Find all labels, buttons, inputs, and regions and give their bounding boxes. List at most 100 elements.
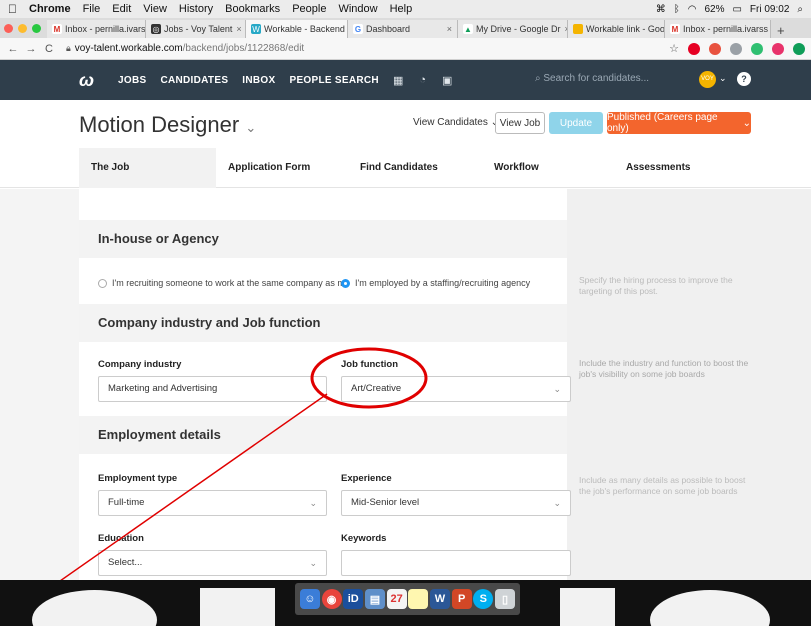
keywords-input[interactable]: [341, 550, 571, 576]
menu-bookmarks[interactable]: Bookmarks: [225, 3, 280, 15]
menu-people[interactable]: People: [292, 3, 326, 15]
word-icon[interactable]: W: [429, 589, 450, 609]
bankid-icon[interactable]: iD: [343, 589, 364, 609]
battery-icon[interactable]: ▭: [732, 4, 741, 15]
hint-employment: Include as many details as possible to b…: [579, 475, 746, 496]
browser-tab[interactable]: M Inbox - pernilla.ivarss ×: [665, 20, 771, 38]
window-controls: [4, 18, 41, 38]
calendar-app-icon[interactable]: 27: [386, 589, 407, 609]
bookmark-star-icon[interactable]: ☆: [669, 42, 679, 55]
browser-tab[interactable]: Workable link - Goog ×: [568, 20, 665, 38]
calendar-icon[interactable]: ▦: [393, 74, 403, 87]
close-tab-icon[interactable]: ×: [561, 24, 567, 34]
reports-icon[interactable]: ▣: [442, 74, 452, 87]
hints-panel: [567, 189, 811, 580]
browser-tab-label: Dashboard: [366, 24, 411, 34]
menu-file[interactable]: File: [83, 3, 101, 15]
chevron-down-icon[interactable]: ⌄: [719, 73, 727, 84]
trash-icon[interactable]: ▯: [495, 589, 516, 609]
job-header: Motion Designer ⌄ View Candidates ⌄ View…: [0, 100, 811, 148]
wallpaper-shape: [200, 588, 275, 626]
extension-icon[interactable]: [751, 42, 763, 55]
browser-tab[interactable]: G Dashboard ×: [348, 20, 458, 38]
bluetooth-icon[interactable]: ᛒ: [674, 4, 680, 15]
powerpoint-icon[interactable]: P: [451, 589, 472, 609]
close-window-icon[interactable]: [4, 23, 13, 33]
reload-icon[interactable]: C: [42, 43, 56, 55]
apple-icon[interactable]: : [8, 2, 17, 16]
label-keywords: Keywords: [341, 533, 387, 544]
employment-type-select[interactable]: Full-time ⌄: [98, 490, 327, 516]
skype-icon[interactable]: S: [473, 589, 494, 609]
avatar[interactable]: VOY: [699, 71, 716, 88]
menu-view[interactable]: View: [143, 3, 167, 15]
tab-application-form[interactable]: Application Form: [228, 148, 310, 188]
experience-select[interactable]: Mid-Senior level ⌄: [341, 490, 571, 516]
new-tab-icon[interactable]: +: [771, 23, 791, 38]
profile-icon[interactable]: [772, 42, 784, 55]
view-job-button[interactable]: View Job: [495, 112, 545, 134]
chevron-down-icon: ⌄: [742, 117, 751, 129]
help-icon[interactable]: ?: [737, 72, 751, 86]
dock: ☺ ◉ iD ▤ 27 W P S ▯: [295, 583, 520, 615]
browser-tab-active[interactable]: W Workable - Backend ×: [246, 20, 348, 38]
company-industry-input[interactable]: Marketing and Advertising: [98, 376, 327, 402]
chrome-icon[interactable]: ◉: [321, 589, 342, 609]
nav-people-search[interactable]: PEOPLE SEARCH: [289, 75, 378, 86]
browser-tab[interactable]: ▲ My Drive - Google Dr ×: [458, 20, 568, 38]
url-field[interactable]: 🔒︎ voy-talent.workable.com/backend/jobs/…: [66, 43, 304, 54]
close-tab-icon[interactable]: ×: [232, 24, 241, 34]
menu-app[interactable]: Chrome: [29, 3, 71, 15]
maximize-window-icon[interactable]: [32, 23, 41, 33]
dropbox-icon[interactable]: ⌘: [656, 4, 666, 15]
nav-candidates[interactable]: CANDIDATES: [160, 75, 228, 86]
battery-level[interactable]: 62%: [704, 4, 724, 15]
minimize-window-icon[interactable]: [18, 23, 27, 33]
preview-icon[interactable]: ▤: [364, 589, 385, 609]
menu-edit[interactable]: Edit: [112, 3, 131, 15]
pinterest-icon[interactable]: [688, 42, 700, 55]
candidate-search[interactable]: ⌕ Search for candidates...: [535, 73, 649, 84]
chevron-down-icon: ⌄: [553, 498, 561, 508]
workable-logo-icon[interactable]: ω: [79, 70, 94, 91]
education-select[interactable]: Select... ⌄: [98, 550, 327, 576]
extension-icon[interactable]: [709, 42, 721, 55]
extension-icon[interactable]: [793, 42, 805, 55]
tab-the-job[interactable]: The Job: [79, 148, 216, 188]
mac-menu-bar:  Chrome File Edit View History Bookmark…: [0, 0, 811, 18]
extension-icon[interactable]: [730, 42, 742, 55]
job-function-select[interactable]: Art/Creative ⌄: [341, 376, 571, 402]
close-tab-icon[interactable]: ×: [443, 24, 452, 34]
notes-icon[interactable]: [408, 589, 429, 609]
desktop-background: ☺ ◉ iD ▤ 27 W P S ▯: [0, 580, 811, 626]
tab-workflow[interactable]: Workflow: [494, 148, 539, 188]
clock[interactable]: Fri 09:02: [750, 4, 789, 15]
menu-window[interactable]: Window: [338, 3, 377, 15]
forward-icon[interactable]: →: [24, 43, 38, 55]
chevron-down-icon: ⌄: [309, 558, 317, 568]
radio-staffing-agency[interactable]: I'm employed by a staffing/recruiting ag…: [341, 278, 530, 288]
menu-history[interactable]: History: [179, 3, 213, 15]
wallpaper-shape: [650, 590, 770, 626]
workable-icon: W: [251, 24, 261, 34]
browser-tab[interactable]: ◎ Jobs - Voy Talent ×: [146, 20, 246, 38]
browser-tab[interactable]: M Inbox - pernilla.ivarss ×: [47, 20, 146, 38]
spotlight-icon[interactable]: ⌕: [797, 4, 803, 15]
wifi-icon[interactable]: ◠: [688, 4, 697, 15]
gauge-icon[interactable]: ◔: [419, 74, 426, 86]
address-bar: ← → C 🔒︎ voy-talent.workable.com/backend…: [0, 38, 811, 60]
menu-help[interactable]: Help: [390, 3, 413, 15]
radio-same-company[interactable]: I'm recruiting someone to work at the sa…: [98, 278, 350, 288]
page-title[interactable]: Motion Designer ⌄: [79, 112, 256, 138]
nav-jobs[interactable]: JOBS: [118, 75, 146, 86]
gmail-icon: M: [670, 24, 680, 34]
view-candidates-dropdown[interactable]: View Candidates ⌄: [413, 117, 499, 128]
tab-find-candidates[interactable]: Find Candidates: [360, 148, 438, 188]
published-button[interactable]: Published (Careers page only) ⌄: [607, 112, 751, 134]
finder-icon[interactable]: ☺: [299, 589, 320, 609]
job-title-text: Motion Designer: [79, 112, 240, 137]
update-button[interactable]: Update: [549, 112, 603, 134]
back-icon[interactable]: ←: [6, 43, 20, 55]
nav-inbox[interactable]: INBOX: [242, 75, 275, 86]
tab-assessments[interactable]: Assessments: [626, 148, 690, 188]
